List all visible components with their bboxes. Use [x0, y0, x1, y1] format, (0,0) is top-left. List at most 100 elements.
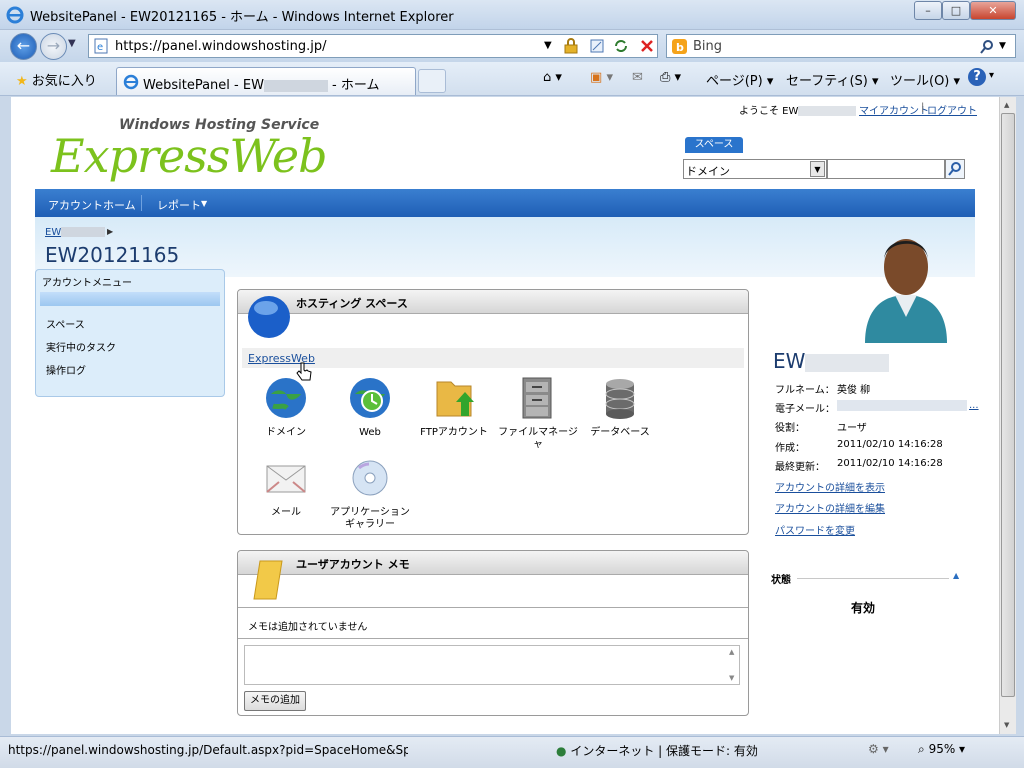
database-item[interactable]: データベース: [580, 376, 660, 439]
expressweb-logo: Windows Hosting Service ExpressWeb: [51, 115, 431, 187]
file-manager-item[interactable]: ファイルマネージャ: [498, 376, 578, 451]
memo-title: ユーザアカウント メモ: [296, 558, 410, 571]
app-gallery-item[interactable]: アプリケーションギャラリー: [330, 456, 410, 531]
edit-account-link[interactable]: アカウントの詳細を編集: [775, 500, 885, 515]
security-zone-label: インターネット | 保護モード: 有効: [570, 744, 758, 758]
help-icon[interactable]: ?: [968, 68, 986, 86]
status-value: 有効: [851, 601, 876, 615]
back-button[interactable]: ←: [10, 33, 37, 60]
minimize-button[interactable]: –: [914, 1, 942, 20]
address-dropdown-icon[interactable]: ▼: [544, 40, 552, 51]
memo-textarea[interactable]: ▲ ▼: [244, 645, 740, 685]
select-arrow-icon[interactable]: ▼: [810, 161, 825, 177]
new-tab-button[interactable]: [418, 69, 446, 93]
welcome-prefix: ようこそ EW: [739, 106, 799, 117]
close-button[interactable]: ✕: [970, 1, 1016, 20]
status-url: https://panel.windowshosting.jp/Default.…: [8, 743, 408, 757]
textarea-scroll-up-icon[interactable]: ▲: [729, 648, 734, 656]
address-bar[interactable]: e https://panel.windowshosting.jp/ ▼: [88, 34, 658, 58]
space-search-button[interactable]: [945, 159, 965, 179]
tab-title-pre: WebsitePanel - EW: [143, 78, 264, 93]
blurred-text: [61, 227, 106, 237]
status-collapse-icon[interactable]: ▲: [953, 571, 959, 580]
app-gallery-label: アプリケーションギャラリー: [330, 507, 410, 530]
print-button[interactable]: ⎙ ▾: [660, 70, 681, 85]
safety-menu[interactable]: セーフティ(S) ▾: [786, 70, 879, 89]
stop-icon[interactable]: [639, 38, 655, 54]
scroll-up-icon[interactable]: ▲: [1004, 101, 1009, 109]
security-zone[interactable]: ● インターネット | 保護モード: 有効: [556, 742, 758, 759]
textarea-scroll-down-icon[interactable]: ▼: [729, 674, 734, 682]
view-account-link[interactable]: アカウントの詳細を表示: [775, 479, 885, 494]
hosting-space-header: ホスティング スペース: [238, 290, 748, 314]
change-password-link[interactable]: パスワードを変更: [775, 522, 855, 537]
window-titlebar: WebsitePanel - EW20121165 - ホーム - Window…: [0, 0, 1024, 30]
search-icon[interactable]: [979, 39, 995, 55]
favorites-button[interactable]: ★ お気に入り: [16, 70, 97, 89]
tab-active[interactable]: WebsitePanel - EW - ホーム: [116, 67, 416, 95]
globe-icon: [266, 378, 306, 418]
info-email-value[interactable]: ...: [969, 400, 979, 411]
page-scrollbar[interactable]: ▲ ▼: [999, 97, 1016, 734]
history-dropdown-icon[interactable]: ▼: [68, 38, 76, 49]
account-menu-item-tasks[interactable]: 実行中のタスク: [46, 339, 116, 354]
feeds-button[interactable]: ▣ ▾: [590, 70, 613, 85]
logout-link[interactable]: ログアウト: [927, 102, 977, 117]
mail-tool-button[interactable]: ✉: [632, 70, 643, 85]
my-account-link[interactable]: マイアカウント: [859, 102, 929, 117]
hosting-space-panel: ホスティング スペース ExpressWeb ドメイン Web FTPアカウント…: [237, 289, 749, 535]
menu-divider: [141, 195, 142, 211]
header-separator: |: [921, 102, 925, 113]
scrollbar-thumb[interactable]: [1001, 113, 1015, 697]
breadcrumb-link[interactable]: EW: [45, 227, 106, 238]
compat-view-icon[interactable]: [589, 38, 605, 54]
status-divider: [797, 578, 949, 579]
space-search-input[interactable]: [827, 159, 945, 179]
user-memo-panel: ユーザアカウント メモ メモは追加されていません ▲ ▼ メモの追加: [237, 550, 749, 716]
add-memo-button[interactable]: メモの追加: [244, 691, 306, 711]
maximize-button[interactable]: □: [942, 1, 970, 20]
popup-blocker-icon[interactable]: ⚙ ▾: [868, 742, 889, 756]
rss-icon: ▣: [590, 70, 603, 85]
page-menu-label: ページ(P): [706, 74, 763, 89]
status-bar: https://panel.windowshosting.jp/Default.…: [0, 736, 1024, 768]
info-updated-label: 最終更新：: [775, 462, 825, 473]
page-menu[interactable]: ページ(P) ▾: [706, 70, 773, 89]
read-mail-icon: ✉: [632, 70, 643, 85]
mail-item[interactable]: メール: [246, 456, 326, 519]
scroll-down-icon[interactable]: ▼: [1004, 721, 1009, 729]
menu-account-home[interactable]: アカウントホーム: [48, 197, 136, 213]
info-email-label: 電子メール：: [775, 404, 835, 415]
breadcrumb-item: EW: [45, 227, 62, 238]
refresh-icon[interactable]: [613, 38, 629, 54]
tab-title: WebsitePanel - EW - ホーム: [143, 74, 380, 93]
search-options-icon[interactable]: ▼: [999, 41, 1006, 51]
account-menu-item-space[interactable]: スペース: [46, 316, 85, 331]
forward-button[interactable]: →: [40, 33, 67, 60]
menu-reports[interactable]: レポート: [157, 197, 201, 213]
info-fullname-label: フルネーム：: [775, 385, 835, 396]
account-name: EW: [773, 349, 890, 373]
search-type-select[interactable]: ドメイン ▼: [683, 159, 827, 179]
ftp-item[interactable]: FTPアカウント: [414, 376, 494, 439]
reports-dropdown-icon[interactable]: ▼: [201, 199, 207, 208]
cd-icon: [352, 460, 388, 496]
ie-icon: [6, 6, 24, 24]
memo-empty-row: メモは追加されていません: [238, 607, 748, 639]
search-box[interactable]: b Bing ▼: [666, 34, 1016, 58]
tools-menu[interactable]: ツール(O) ▾: [890, 70, 960, 89]
tools-menu-label: ツール(O): [890, 74, 950, 89]
domains-item[interactable]: ドメイン: [246, 376, 326, 439]
account-menu-item-log[interactable]: 操作ログ: [46, 362, 86, 377]
magnifier-icon: [948, 162, 961, 176]
home-button[interactable]: ⌂ ▾: [543, 70, 562, 85]
web-item[interactable]: Web: [330, 376, 410, 439]
mail-icon: [266, 465, 306, 493]
internet-zone-icon: ●: [556, 744, 567, 758]
help-dropdown-icon[interactable]: ▾: [989, 70, 994, 81]
hosting-space-title: ホスティング スペース: [296, 297, 408, 310]
lock-icon[interactable]: [563, 38, 579, 54]
bing-icon: b: [672, 39, 687, 54]
zoom-control[interactable]: ⌕ 95% ▾: [918, 742, 965, 757]
web-label: Web: [359, 427, 381, 438]
